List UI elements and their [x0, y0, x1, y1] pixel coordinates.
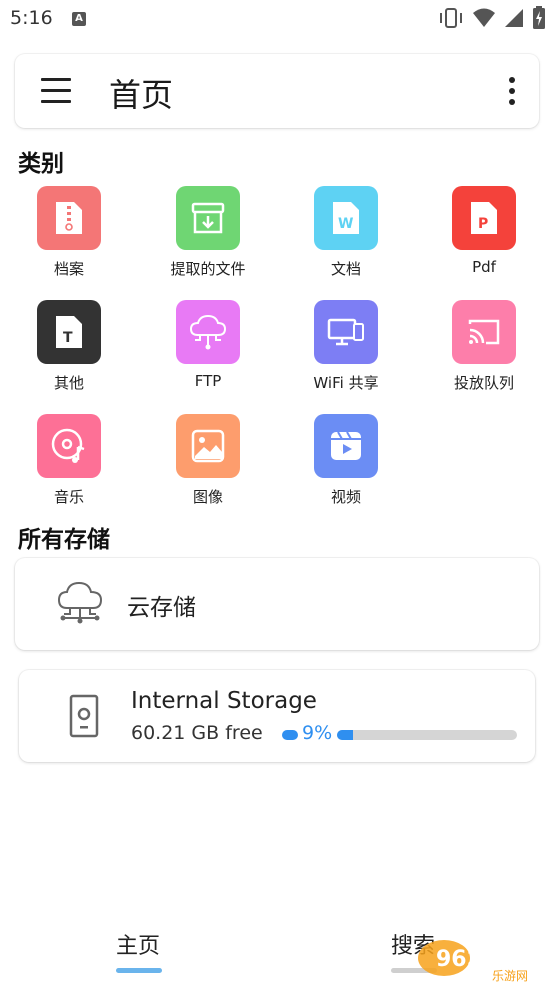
category-music-disc[interactable]: 音乐 — [9, 414, 129, 514]
svg-text:W: W — [338, 216, 353, 232]
signal-icon — [505, 9, 523, 27]
music-disc-icon — [37, 414, 101, 478]
battery-charging-icon — [533, 6, 545, 29]
more-vert-icon — [509, 77, 515, 83]
pdf-document-icon: P — [452, 186, 516, 250]
cloud-storage-label: 云存储 — [127, 595, 196, 621]
word-document-icon: W — [314, 186, 378, 250]
storage-progress-bar — [337, 730, 517, 740]
app-bar: 首页 — [15, 54, 539, 128]
category-label: 文档 — [330, 260, 361, 278]
tab-home[interactable]: 主页 — [116, 928, 160, 960]
category-text-file[interactable]: T 其他 — [9, 300, 129, 400]
image-icon — [176, 414, 240, 478]
status-time: 5:16 — [10, 7, 53, 29]
category-label: FTP — [194, 372, 222, 390]
category-label: 视频 — [330, 488, 361, 506]
category-label: 其他 — [53, 374, 84, 392]
storage-free-space: 60.21 GB free — [131, 722, 263, 744]
video-play-icon — [314, 414, 378, 478]
category-label: 图像 — [192, 488, 223, 506]
cloud-network-icon — [57, 581, 103, 624]
page-title: 首页 — [109, 76, 174, 114]
cast-icon — [452, 300, 516, 364]
category-devices[interactable]: WiFi 共享 — [286, 300, 406, 400]
status-icons — [438, 6, 546, 30]
vibrate-icon — [440, 8, 462, 28]
internal-storage-card[interactable]: Internal Storage 60.21 GB free 9% — [19, 670, 535, 762]
tab-home-indicator — [116, 968, 162, 973]
notification-icon: A — [72, 12, 86, 26]
svg-text:乐游网: 乐游网 — [492, 969, 528, 982]
category-archive-zip[interactable]: 档案 — [9, 186, 129, 286]
category-extract-download[interactable]: 提取的文件 — [148, 186, 268, 286]
storage-title: 所有存储 — [18, 527, 110, 553]
category-pdf-document[interactable]: P Pdf — [424, 186, 544, 286]
devices-icon — [314, 300, 378, 364]
cloud-network-icon — [176, 300, 240, 364]
category-cast[interactable]: 投放队列 — [424, 300, 544, 400]
wifi-icon — [473, 8, 495, 27]
category-label: 提取的文件 — [170, 260, 246, 278]
storage-name: Internal Storage — [131, 688, 317, 714]
category-word-document[interactable]: W 文档 — [286, 186, 406, 286]
storage-indicator-dot — [282, 730, 298, 740]
category-cloud-network[interactable]: FTP — [148, 300, 268, 400]
category-label: 投放队列 — [453, 374, 514, 392]
archive-zip-icon — [37, 186, 101, 250]
watermark-logo: 962.NET 乐游网 — [414, 936, 548, 983]
svg-text:T: T — [63, 330, 73, 346]
category-label: WiFi 共享 — [313, 374, 379, 392]
storage-percent: 9% — [302, 722, 333, 744]
category-video-play[interactable]: 视频 — [286, 414, 406, 514]
phone-storage-icon — [69, 694, 99, 738]
category-label: 档案 — [53, 260, 84, 278]
more-options-button[interactable] — [507, 76, 517, 106]
svg-text:P: P — [478, 216, 488, 232]
storage-progress-fill — [337, 730, 354, 740]
status-bar: 5:16 A — [0, 0, 554, 38]
text-file-icon: T — [37, 300, 101, 364]
extract-download-icon — [176, 186, 240, 250]
categories-title: 类别 — [18, 151, 64, 177]
menu-icon — [41, 78, 71, 81]
category-label: 音乐 — [53, 488, 84, 506]
cloud-storage-card[interactable]: 云存储 — [15, 558, 539, 650]
menu-button[interactable] — [41, 78, 71, 104]
category-image[interactable]: 图像 — [148, 414, 268, 514]
category-label: Pdf — [472, 258, 496, 276]
